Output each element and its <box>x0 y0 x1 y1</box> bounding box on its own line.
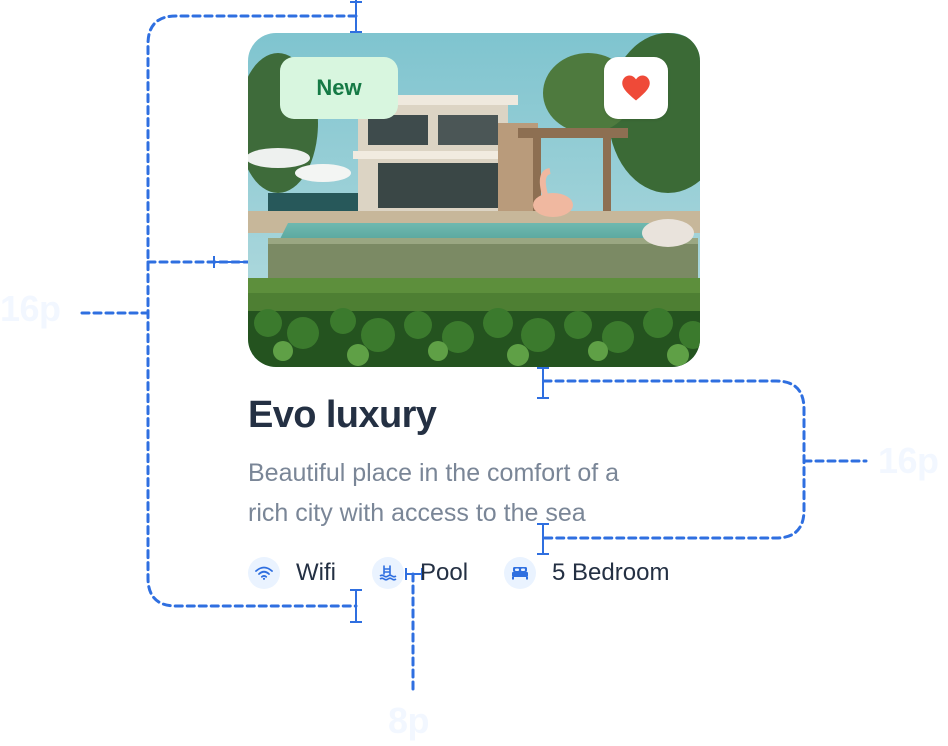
amenity-wifi: Wifi <box>248 556 336 589</box>
heart-icon <box>622 75 650 101</box>
amenity-pool-label: Pool <box>419 558 469 586</box>
pool-icon <box>371 556 404 589</box>
amenity-pool: Pool <box>371 556 469 589</box>
description-line-1: Beautiful place in the comfort of a <box>248 458 620 487</box>
property-description: Beautiful place in the comfort of a rich… <box>248 453 708 533</box>
description-line-2: rich city with access to the sea <box>248 498 586 527</box>
amenity-wifi-label: Wifi <box>296 558 336 586</box>
favorite-button[interactable] <box>604 57 668 119</box>
left-spacing-label: 16p <box>0 288 61 329</box>
new-badge: New <box>280 57 398 119</box>
wifi-icon <box>248 556 280 589</box>
amenity-bedroom-label: 5 Bedroom <box>552 558 670 586</box>
bed-icon <box>504 556 537 589</box>
property-photo: New <box>248 33 700 367</box>
property-title: Evo luxury <box>248 394 437 436</box>
bottom-spacing-label: 8p <box>388 700 430 741</box>
new-badge-label: New <box>316 75 362 100</box>
right-spacing-label: 16p <box>878 440 939 481</box>
property-card[interactable]: New Evo luxury Beautiful place in the co… <box>248 33 700 589</box>
amenity-bedroom: 5 Bedroom <box>504 556 670 589</box>
amenities-list: Wifi Pool 5 Bedroom <box>248 556 700 589</box>
